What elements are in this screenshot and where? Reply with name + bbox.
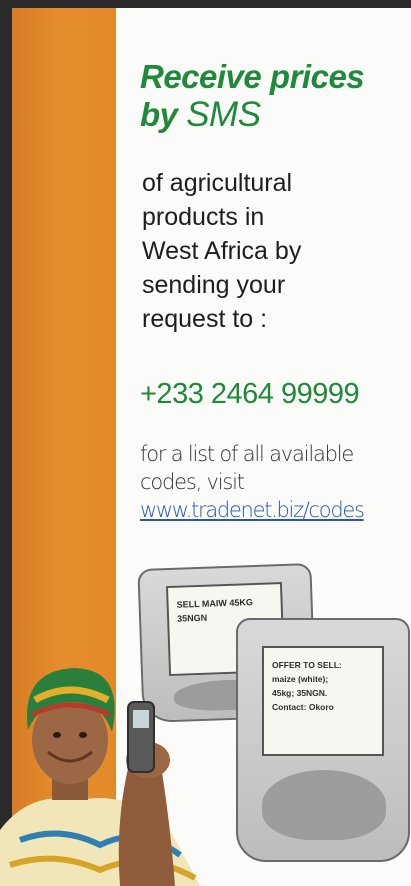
headline-line1: Receive prices: [140, 58, 365, 95]
body-line: products in: [142, 203, 265, 231]
woman-holding-phone-illustration: [0, 668, 200, 886]
body-text: of agricultural products in West Africa …: [142, 166, 392, 336]
info-line: for a list of all available: [140, 442, 354, 466]
phone-keypad: [262, 770, 386, 840]
headline-by: by: [140, 96, 178, 133]
mobile-phone-image: OFFER TO SELL: maize (white); 45kg; 35NG…: [236, 618, 410, 862]
sms-line: 45kg; 35NGN.: [272, 688, 328, 698]
body-line: West Africa by: [142, 237, 302, 265]
headline-sms: SMS: [186, 95, 261, 134]
headline: Receive prices by SMS: [140, 58, 400, 134]
codes-link[interactable]: www.tradenet.biz/codes: [140, 498, 365, 522]
info-text: for a list of all available codes, visit…: [140, 440, 405, 524]
sms-line: Contact: Okoro: [272, 702, 334, 712]
poster: Receive prices by SMS of agricultural pr…: [0, 0, 411, 886]
sms-line: maize (white);: [272, 674, 329, 684]
phone-number: +233 2464 99999: [140, 378, 360, 410]
body-line: sending your: [142, 271, 286, 299]
sms-line: OFFER TO SELL:: [272, 660, 342, 670]
headline-line2: by SMS: [140, 96, 400, 134]
top-dark-strip: [0, 0, 411, 8]
body-line: of agricultural: [142, 169, 293, 197]
info-line: codes, visit: [140, 470, 245, 494]
body-line: request to :: [142, 305, 268, 333]
phone-screen: OFFER TO SELL: maize (white); 45kg; 35NG…: [262, 646, 384, 756]
